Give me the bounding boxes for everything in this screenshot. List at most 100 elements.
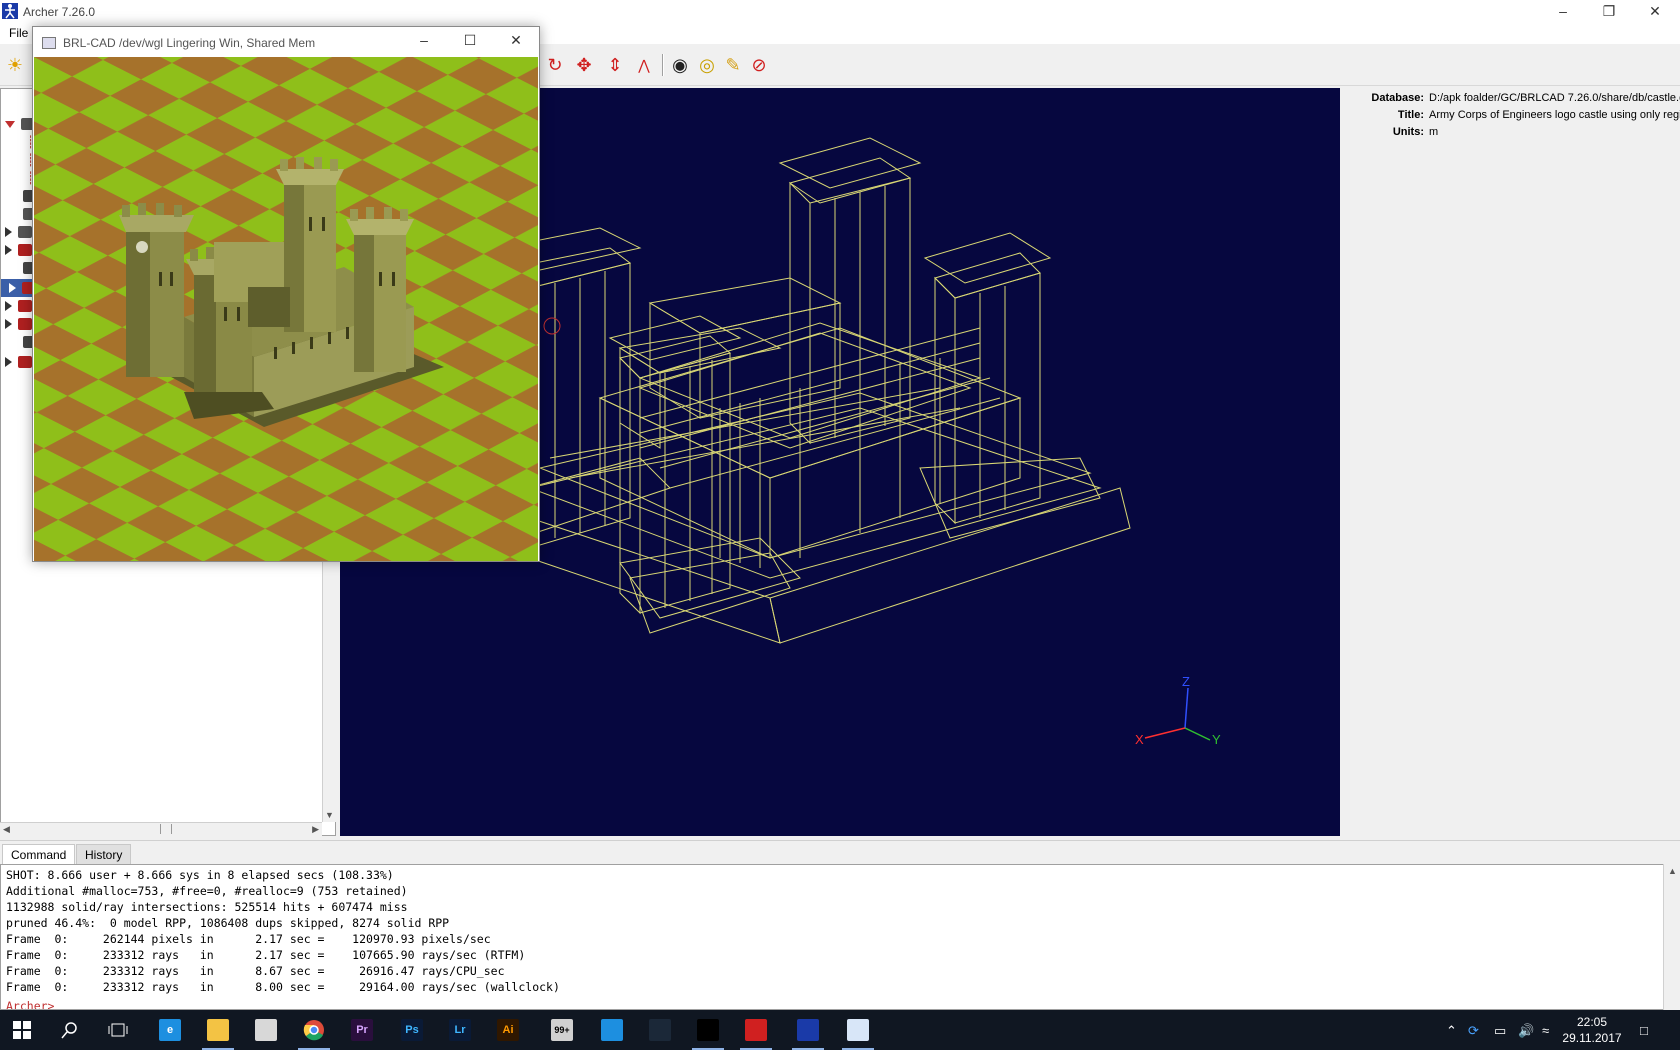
clock-date: 29.11.2017 bbox=[1562, 1031, 1622, 1045]
task-view-icon[interactable] bbox=[96, 1014, 140, 1046]
volume-icon[interactable]: 🔊 bbox=[1518, 1023, 1534, 1039]
tcl-icon[interactable] bbox=[734, 1014, 778, 1050]
toolbar-separator bbox=[662, 54, 664, 76]
console-line: SHOT: 8.666 user + 8.666 sys in 8 elapse… bbox=[6, 868, 394, 882]
close-button[interactable]: ✕ bbox=[493, 29, 539, 53]
window-icon[interactable] bbox=[836, 1014, 880, 1050]
console-output: SHOT: 8.666 user + 8.666 sys in 8 elapse… bbox=[6, 867, 560, 995]
tab-command[interactable]: Command bbox=[2, 844, 76, 865]
chrome-icon-glyph bbox=[303, 1019, 325, 1041]
window-icon bbox=[42, 37, 56, 49]
tree-row[interactable] bbox=[5, 241, 32, 259]
attr-value: m bbox=[1429, 126, 1439, 138]
scroll-right-icon[interactable]: ▶ bbox=[312, 824, 319, 835]
translate-icon[interactable]: ✥ bbox=[571, 53, 597, 77]
attr-database: Database: D:/apk foalder/GC/BRLCAD 7.26.… bbox=[1343, 92, 1680, 109]
premiere-icon-glyph: Pr bbox=[351, 1019, 373, 1041]
tree-row[interactable] bbox=[5, 223, 32, 241]
edge-icon[interactable]: e bbox=[148, 1014, 192, 1046]
store-icon[interactable] bbox=[244, 1014, 288, 1046]
scroll-thumb[interactable] bbox=[160, 824, 172, 834]
scale-icon[interactable]: ⇕ bbox=[602, 53, 628, 77]
scroll-down-icon[interactable]: ▼ bbox=[325, 810, 334, 820]
console-line: Frame 0: 233312 rays in 8.67 sec = 26916… bbox=[6, 964, 505, 978]
tab-history[interactable]: History bbox=[76, 844, 132, 865]
attr-title: Title: Army Corps of Engineers logo cast… bbox=[1343, 109, 1680, 126]
restore-button[interactable]: ❐ bbox=[1586, 0, 1632, 24]
center-icon[interactable]: ⋀ bbox=[631, 53, 657, 77]
notifications-icon[interactable]: □ bbox=[1640, 1023, 1648, 1038]
store-icon-glyph bbox=[255, 1019, 277, 1041]
start-icon[interactable] bbox=[0, 1014, 44, 1046]
new-file-icon[interactable]: ☀ bbox=[2, 53, 28, 77]
console-scrollbar[interactable]: ▲ bbox=[1663, 864, 1680, 1010]
raytrace-camera-icon[interactable]: ◉ bbox=[667, 53, 693, 77]
rotate-icon[interactable]: ↻ bbox=[542, 53, 568, 77]
axis-x-label: X bbox=[1135, 732, 1144, 747]
raytrace-window[interactable]: BRL-CAD /dev/wgl Lingering Win, Shared M… bbox=[32, 26, 540, 562]
console-line: 1132988 solid/ray intersections: 525514 … bbox=[6, 900, 408, 914]
file-explorer-icon-glyph bbox=[207, 1019, 229, 1041]
maximize-button[interactable]: ☐ bbox=[447, 29, 493, 53]
attr-value: D:/apk foalder/GC/BRLCAD 7.26.0/share/db… bbox=[1429, 92, 1680, 104]
start-icon-glyph bbox=[11, 1019, 33, 1041]
premiere-icon[interactable]: Pr bbox=[340, 1014, 384, 1046]
steam-icon-glyph bbox=[649, 1019, 671, 1041]
tray-chevron-icon[interactable]: ⌃ bbox=[1446, 1023, 1457, 1039]
minimize-button[interactable]: – bbox=[1540, 0, 1586, 24]
mail-icon[interactable]: 99+ bbox=[540, 1014, 584, 1046]
title-bar: Archer 7.26.0 – ❐ ✕ bbox=[0, 0, 1680, 24]
scroll-left-icon[interactable]: ◀ bbox=[3, 824, 10, 835]
axis-y-label: Y bbox=[1212, 732, 1221, 747]
archer-icon[interactable] bbox=[786, 1014, 830, 1050]
tcl-icon-glyph bbox=[745, 1019, 767, 1041]
tree-row[interactable] bbox=[5, 353, 32, 371]
file-explorer-icon[interactable] bbox=[196, 1014, 240, 1050]
tree-horizontal-scrollbar[interactable]: ◀ ▶ bbox=[0, 822, 322, 836]
search-icon[interactable] bbox=[48, 1014, 92, 1046]
tray-sync-icon[interactable]: ⟳ bbox=[1468, 1023, 1479, 1039]
scroll-up-icon[interactable]: ▲ bbox=[1668, 866, 1677, 876]
fb-icon[interactable]: ◎ bbox=[694, 53, 720, 77]
clock[interactable]: 22:05 29.11.2017 bbox=[1552, 1014, 1632, 1046]
photoshop-icon-glyph: Ps bbox=[401, 1019, 423, 1041]
lightroom-icon-glyph: Lr bbox=[449, 1019, 471, 1041]
taskbar: e Pr Ps Lr Ai 99+ ⌃ ⟳ ▭ 🔊 ≈ 22:05 29.11.2017 … bbox=[0, 1010, 1680, 1050]
stop-icon[interactable]: ⊘ bbox=[746, 53, 772, 77]
axes-gizmo: Z X Y bbox=[1135, 674, 1221, 747]
window-title: Archer 7.26.0 bbox=[23, 5, 96, 19]
mail-icon-glyph: 99+ bbox=[551, 1019, 573, 1041]
clock-time: 22:05 bbox=[1576, 1015, 1608, 1029]
console-line: Frame 0: 262144 pixels in 2.17 sec = 120… bbox=[6, 932, 491, 946]
wifi-icon[interactable]: ≈ bbox=[1542, 1023, 1549, 1038]
console-line: Frame 0: 233312 rays in 8.00 sec = 29164… bbox=[6, 980, 560, 994]
console-tabs: Command History bbox=[0, 840, 1680, 865]
close-button[interactable]: ✕ bbox=[1632, 0, 1678, 24]
attr-value: Army Corps of Engineers logo castle usin… bbox=[1429, 109, 1680, 121]
tree-row[interactable] bbox=[5, 315, 32, 333]
sync-icon[interactable] bbox=[590, 1014, 634, 1046]
console-prompt[interactable]: Archer> bbox=[6, 999, 54, 1009]
battery-icon[interactable]: ▭ bbox=[1494, 1023, 1506, 1039]
illustrator-icon[interactable]: Ai bbox=[486, 1014, 530, 1046]
attr-key: Units: bbox=[1392, 126, 1424, 138]
origin-marker bbox=[543, 317, 561, 335]
console-line: pruned 46.4%: 0 model RPP, 1086408 dups … bbox=[6, 916, 450, 930]
archer-app-icon bbox=[2, 3, 18, 19]
attr-key: Title: bbox=[1397, 109, 1424, 121]
terminal-icon[interactable] bbox=[686, 1014, 730, 1050]
clear-brush-icon[interactable]: ✎ bbox=[720, 53, 746, 77]
terminal-icon-glyph bbox=[697, 1019, 719, 1041]
minimize-button[interactable]: – bbox=[401, 29, 447, 53]
archer-icon-glyph bbox=[797, 1019, 819, 1041]
command-console[interactable]: SHOT: 8.666 user + 8.666 sys in 8 elapse… bbox=[0, 864, 1680, 1010]
tree-row[interactable] bbox=[5, 297, 32, 315]
chrome-icon[interactable] bbox=[292, 1014, 336, 1050]
tree-row-root[interactable] bbox=[5, 115, 35, 133]
photoshop-icon[interactable]: Ps bbox=[390, 1014, 434, 1046]
menu-file[interactable]: File bbox=[9, 26, 28, 40]
attr-units: Units: m bbox=[1343, 126, 1680, 143]
steam-icon[interactable] bbox=[638, 1014, 682, 1046]
axis-z-label: Z bbox=[1182, 674, 1190, 689]
lightroom-icon[interactable]: Lr bbox=[438, 1014, 482, 1046]
